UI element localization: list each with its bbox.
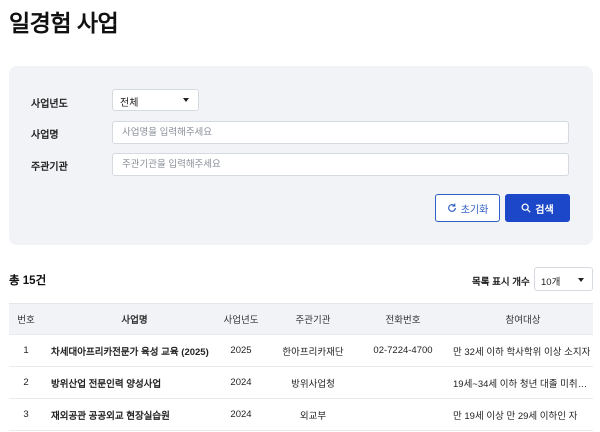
organization-input[interactable] — [112, 153, 569, 176]
year-select[interactable]: 전체 — [112, 89, 199, 111]
header-year: 사업년도 — [223, 315, 259, 326]
row-phone — [362, 399, 444, 430]
row-business-name[interactable]: 재외공관 공공외교 현장실습원 — [43, 399, 218, 430]
row-target: 만 32세 이하 학사학위 이상 소지자 — [453, 346, 591, 358]
row-business-name[interactable]: 차세대아프리카전문가 육성 교육 (2025) — [43, 335, 218, 366]
table-row[interactable]: 2 방위산업 전문인력 양성사업 2024 방위사업청 19세~34세 이하 청… — [9, 367, 593, 399]
business-name-label: 사업명 — [31, 130, 59, 141]
table-row[interactable]: 3 재외공관 공공외교 현장실습원 2024 외교부 만 19세 이상 만 29… — [9, 399, 593, 431]
page-size-label: 목록 표시 개수 — [472, 277, 530, 288]
results-table: 번호 사업명 사업년도 주관기관 전화번호 참여대상 1 차세대아프리카전문가 … — [9, 303, 593, 431]
row-phone: 02-7224-4700 — [373, 345, 433, 356]
business-name-input[interactable] — [112, 121, 569, 144]
search-button[interactable]: 검색 — [505, 194, 570, 222]
table-header-row: 번호 사업명 사업년도 주관기관 전화번호 참여대상 — [9, 303, 593, 335]
caret-down-icon — [183, 98, 189, 102]
header-phone: 전화번호 — [385, 315, 421, 326]
caret-down-icon — [578, 278, 584, 282]
total-count: 총 15건 — [9, 275, 47, 287]
row-number: 2 — [23, 377, 29, 388]
search-button-label: 검색 — [535, 204, 554, 216]
year-label: 사업년도 — [31, 99, 68, 110]
row-organization: 방위사업청 — [291, 378, 335, 390]
reset-button[interactable]: 초기화 — [435, 194, 500, 222]
row-target: 만 19세 이상 만 29세 이하인 자 — [453, 410, 578, 422]
page-title: 일경험 사업 — [9, 10, 119, 36]
reset-button-label: 초기화 — [460, 204, 489, 216]
table-row[interactable]: 1 차세대아프리카전문가 육성 교육 (2025) 2025 한아프리카재단 0… — [9, 335, 593, 367]
year-select-value: 전체 — [120, 98, 139, 109]
row-target: 19세~34세 이하 청년 대졸 미취업자 — [453, 378, 593, 390]
row-phone — [362, 367, 444, 398]
refresh-icon — [447, 203, 456, 212]
header-target: 참여대상 — [505, 315, 541, 326]
row-number: 3 — [23, 409, 29, 420]
search-filter-panel: 사업년도 전체 사업명 주관기관 초기화 검색 — [9, 66, 593, 245]
header-business-name: 사업명 — [121, 315, 148, 326]
row-year: 2024 — [230, 377, 252, 388]
header-number: 번호 — [17, 315, 35, 326]
page-size-select[interactable]: 10개 — [534, 267, 593, 291]
page-size-value: 10개 — [541, 277, 561, 288]
organization-label: 주관기관 — [31, 162, 68, 173]
row-organization: 한아프리카재단 — [282, 346, 344, 358]
search-icon — [521, 203, 531, 213]
row-year: 2024 — [230, 409, 252, 420]
header-organization: 주관기관 — [295, 315, 331, 326]
row-year: 2025 — [230, 345, 252, 356]
row-number: 1 — [23, 345, 29, 356]
row-business-name[interactable]: 방위산업 전문인력 양성사업 — [43, 367, 218, 398]
row-organization: 외교부 — [299, 410, 327, 422]
